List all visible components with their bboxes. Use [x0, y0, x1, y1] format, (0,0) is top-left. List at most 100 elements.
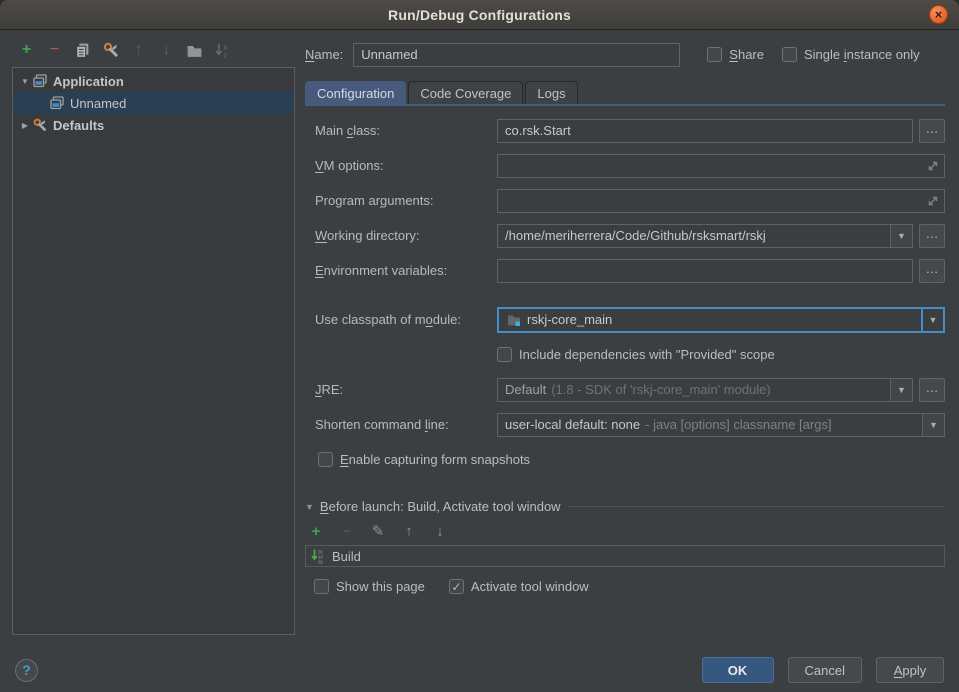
- apply-button[interactable]: Apply: [876, 657, 944, 683]
- vm-options-row: VM options:: [315, 153, 945, 178]
- help-icon: ?: [22, 662, 31, 678]
- dropdown-arrow-icon[interactable]: ▼: [890, 379, 912, 401]
- new-folder-icon[interactable]: [185, 41, 204, 60]
- dropdown-arrow-icon[interactable]: ▼: [921, 309, 943, 331]
- chevron-collapsed-icon[interactable]: ▶: [18, 121, 32, 130]
- module-icon: [506, 312, 522, 328]
- shorten-value: user-local default: none: [505, 417, 640, 432]
- activate-tool-window-label: Activate tool window: [471, 579, 589, 594]
- name-input[interactable]: [353, 43, 680, 67]
- tree-item-application[interactable]: ▼ Application: [13, 70, 294, 92]
- move-task-down-icon[interactable]: ↓: [432, 523, 448, 539]
- tab-bar: Configuration Code Coverage Logs: [305, 81, 945, 104]
- mnemonic: N: [305, 47, 314, 62]
- tree-item-label: Application: [53, 74, 124, 89]
- dropdown-arrow-icon[interactable]: ▼: [890, 225, 912, 247]
- edit-defaults-wrench-icon[interactable]: [101, 41, 120, 60]
- main-class-field[interactable]: co.rsk.Start: [497, 119, 913, 143]
- svg-text:a: a: [224, 44, 228, 51]
- mnemonic: B: [320, 499, 329, 514]
- ok-button[interactable]: OK: [702, 657, 774, 683]
- edit-task-icon[interactable]: ✎: [370, 523, 386, 539]
- main-class-row: Main class: co.rsk.Start …: [315, 118, 945, 143]
- dropdown-arrow-icon[interactable]: ▼: [922, 414, 944, 436]
- before-launch-task-build[interactable]: 011001 Build: [305, 545, 945, 567]
- move-task-up-icon[interactable]: ↑: [401, 523, 417, 539]
- browse-main-class-button[interactable]: …: [919, 119, 945, 143]
- show-this-page-checkbox[interactable]: Show this page: [314, 579, 425, 594]
- before-launch-title: Before launch: Build, Activate tool wind…: [320, 499, 561, 514]
- dialog-footer: ? OK Cancel Apply: [0, 648, 959, 692]
- tree-item-label: Unnamed: [70, 96, 126, 111]
- checkbox-box: [497, 347, 512, 362]
- move-up-icon[interactable]: ↑: [129, 41, 148, 60]
- dialog-body: + − ↑ ↓ az ▼: [0, 31, 959, 648]
- window-titlebar: Run/Debug Configurations ×: [0, 0, 959, 30]
- move-down-icon[interactable]: ↓: [157, 41, 176, 60]
- help-button[interactable]: ?: [15, 659, 38, 682]
- add-task-icon[interactable]: +: [308, 523, 324, 539]
- tree-item-label: Defaults: [53, 118, 104, 133]
- module-classpath-combobox[interactable]: rskj-core_main ▼: [497, 307, 945, 333]
- tab-logs[interactable]: Logs: [525, 81, 577, 104]
- mnemonic: o: [426, 312, 433, 327]
- configuration-tab-panel: Main class: co.rsk.Start … VM options:: [305, 104, 945, 472]
- edit-environment-variables-button[interactable]: …: [919, 259, 945, 283]
- jre-value-detail: (1.8 - SDK of 'rskj-core_main' module): [551, 382, 771, 397]
- use-classpath-row: Use classpath of module: rskj-core_main …: [315, 307, 945, 332]
- mnemonic: W: [315, 228, 327, 243]
- section-divider: [569, 506, 945, 507]
- include-provided-label: Include dependencies with "Provided" sco…: [519, 347, 775, 362]
- tree-item-unnamed[interactable]: Unnamed: [13, 92, 294, 114]
- shorten-value-detail: - java [options] classname [args]: [645, 417, 831, 432]
- program-arguments-field[interactable]: [497, 189, 945, 213]
- add-configuration-icon[interactable]: +: [17, 41, 36, 60]
- configurations-sidebar: + − ↑ ↓ az ▼: [12, 38, 295, 635]
- sort-alphabetically-icon[interactable]: az: [213, 41, 232, 60]
- share-checkbox[interactable]: Share: [707, 47, 764, 62]
- single-instance-checkbox[interactable]: Single instance only: [782, 47, 920, 62]
- name-row: Name: Share Single instance only: [305, 42, 945, 67]
- svg-text:01: 01: [318, 560, 324, 565]
- remove-configuration-icon[interactable]: −: [45, 41, 64, 60]
- configuration-editor: Name: Share Single instance only Configu…: [305, 31, 945, 648]
- capture-snapshots-label: Enable capturing form snapshots: [340, 452, 530, 467]
- tree-item-defaults[interactable]: ▶ Defaults: [13, 114, 294, 136]
- environment-variables-row: Environment variables: …: [315, 258, 945, 283]
- activate-tool-window-checkbox[interactable]: ✓ Activate tool window: [449, 579, 589, 594]
- expand-field-icon[interactable]: [925, 193, 941, 209]
- vm-options-field[interactable]: [497, 154, 945, 178]
- remove-task-icon[interactable]: −: [339, 523, 355, 539]
- include-provided-checkbox[interactable]: Include dependencies with "Provided" sco…: [497, 347, 775, 362]
- cancel-button[interactable]: Cancel: [788, 657, 862, 683]
- working-directory-combobox[interactable]: /home/meriherrera/Code/Github/rsksmart/r…: [497, 224, 913, 248]
- checkbox-checked-box: ✓: [449, 579, 464, 594]
- tab-code-coverage[interactable]: Code Coverage: [408, 81, 523, 104]
- include-provided-row: Include dependencies with "Provided" sco…: [315, 342, 945, 367]
- checkbox-box: [707, 47, 722, 62]
- browse-jre-button[interactable]: …: [919, 378, 945, 402]
- mnemonic: V: [315, 158, 324, 173]
- capture-snapshots-row: Enable capturing form snapshots: [315, 447, 945, 472]
- tab-configuration[interactable]: Configuration: [305, 81, 406, 104]
- name-label: Name:: [305, 47, 343, 62]
- collapse-section-icon[interactable]: ▼: [305, 502, 314, 512]
- sidebar-toolbar: + − ↑ ↓ az: [12, 38, 295, 62]
- jre-combobox[interactable]: Default(1.8 - SDK of 'rskj-core_main' mo…: [497, 378, 913, 402]
- capture-snapshots-checkbox[interactable]: Enable capturing form snapshots: [318, 452, 530, 467]
- shorten-command-line-combobox[interactable]: user-local default: none - java [options]…: [497, 413, 945, 437]
- working-directory-row: Working directory: /home/meriherrera/Cod…: [315, 223, 945, 248]
- expand-field-icon[interactable]: [925, 158, 941, 174]
- application-type-icon: [32, 73, 48, 89]
- configurations-tree: ▼ Application Unnamed ▶: [12, 67, 295, 635]
- close-button[interactable]: ×: [929, 5, 948, 24]
- browse-working-directory-button[interactable]: …: [919, 224, 945, 248]
- main-class-label: Main class:: [315, 123, 497, 138]
- defaults-wrench-icon: [32, 117, 48, 133]
- copy-configuration-icon[interactable]: [73, 41, 92, 60]
- chevron-expanded-icon[interactable]: ▼: [18, 77, 32, 86]
- mnemonic: S: [729, 47, 738, 62]
- environment-variables-field[interactable]: [497, 259, 913, 283]
- before-launch-header: ▼ Before launch: Build, Activate tool wi…: [305, 499, 945, 514]
- use-classpath-label: Use classpath of module:: [315, 312, 497, 327]
